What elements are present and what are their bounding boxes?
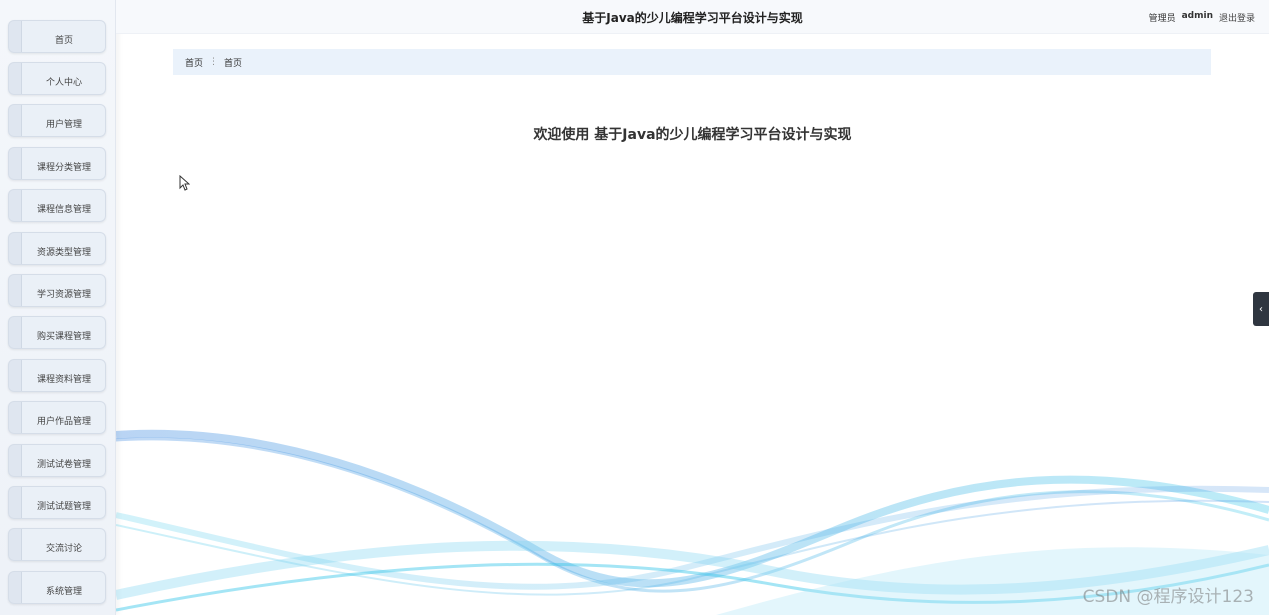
sidebar-item-label: 课程分类管理 — [36, 163, 91, 173]
sidebar-item-label: 用户作品管理 — [36, 417, 91, 427]
sidebar-item-test-question[interactable]: 测试试题管理 — [8, 486, 106, 519]
sidebar-item-user-management[interactable]: 用户管理 — [8, 104, 106, 137]
sidebar-item-label: 系统管理 — [45, 587, 82, 597]
sidebar-item-label: 测试试题管理 — [36, 502, 91, 512]
sidebar-item-label: 资源类型管理 — [36, 248, 91, 258]
sidebar-item-label: 课程资料管理 — [36, 375, 91, 385]
sidebar-item-label: 测试试卷管理 — [36, 460, 91, 470]
sidebar-item-label: 购买课程管理 — [36, 332, 91, 342]
watermark: CSDN @程序设计123 — [1082, 587, 1254, 607]
sidebar-item-discussion[interactable]: 交流讨论 — [8, 528, 106, 561]
app-title: 基于Java的少儿编程学习平台设计与实现 — [582, 11, 803, 25]
sidebar-item-course-category[interactable]: 课程分类管理 — [8, 147, 106, 180]
breadcrumb: 首页 ⋮ 首页 — [173, 49, 1211, 75]
sidebar-item-label: 用户管理 — [45, 120, 82, 130]
mouse-cursor-icon — [179, 175, 190, 191]
sidebar-item-label: 首页 — [54, 36, 73, 46]
breadcrumb-root[interactable]: 首页 — [185, 56, 203, 69]
sidebar-item-course-material[interactable]: 课程资料管理 — [8, 359, 106, 392]
sidebar-item-resource-type[interactable]: 资源类型管理 — [8, 232, 106, 265]
sidebar-item-label: 个人中心 — [45, 78, 82, 88]
sidebar-item-user-works[interactable]: 用户作品管理 — [8, 401, 106, 434]
sidebar-item-label: 课程信息管理 — [36, 205, 91, 215]
logout-link[interactable]: 退出登录 — [1219, 11, 1255, 24]
sidebar-item-home[interactable]: 首页 — [8, 20, 106, 53]
sidebar-item-test-paper[interactable]: 测试试卷管理 — [8, 444, 106, 477]
username: admin — [1181, 11, 1213, 21]
sidebar-item-label: 学习资源管理 — [36, 290, 91, 300]
breadcrumb-current: 首页 — [224, 58, 243, 69]
welcome-heading: 欢迎使用 基于Java的少儿编程学习平台设计与实现 — [533, 127, 852, 143]
sidebar: 首页 个人中心 用户管理 课程分类管理 课程信息管理 资源类型管理 学习资源管理… — [0, 0, 116, 615]
sidebar-item-label: 交流讨论 — [45, 544, 82, 554]
user-info: 管理员 admin 退出登录 — [1149, 11, 1255, 24]
chevron-left-icon[interactable]: ‹ — [1253, 292, 1269, 326]
sidebar-item-personal-center[interactable]: 个人中心 — [8, 62, 106, 95]
sidebar-item-learning-resource[interactable]: 学习资源管理 — [8, 274, 106, 307]
sidebar-item-purchase-course[interactable]: 购买课程管理 — [8, 316, 106, 349]
sidebar-item-system-management[interactable]: 系统管理 — [8, 571, 106, 604]
user-role: 管理员 — [1148, 14, 1176, 24]
breadcrumb-separator: ⋮ — [209, 57, 219, 67]
top-header: 基于Java的少儿编程学习平台设计与实现 管理员 admin 退出登录 — [116, 0, 1269, 34]
sidebar-item-course-info[interactable]: 课程信息管理 — [8, 189, 106, 222]
